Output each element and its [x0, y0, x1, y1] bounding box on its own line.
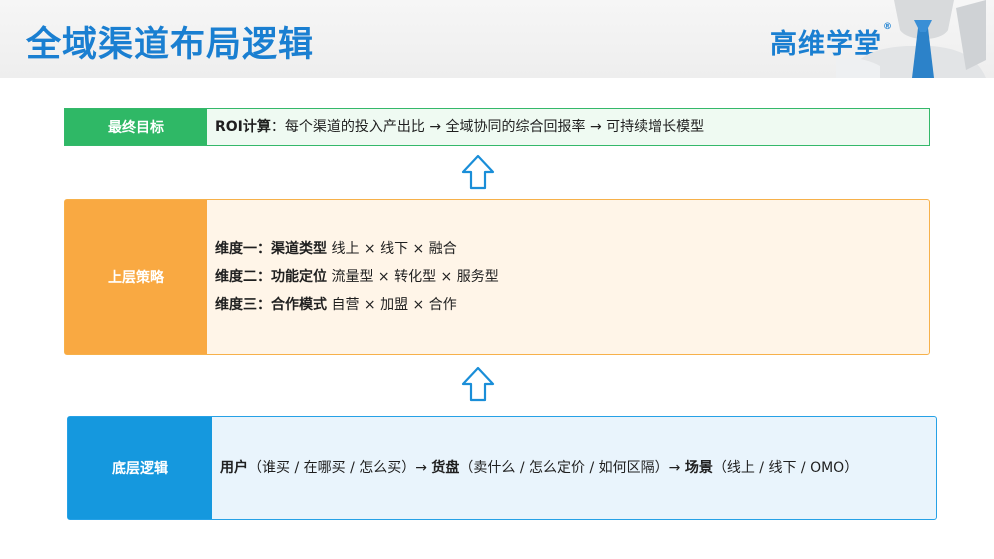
roi-desc: ：每个渠道的投入产出比 → 全域协同的综合回报率 → 可持续增长模型: [270, 119, 705, 135]
dimension-one-lead: 维度一：渠道类型: [215, 241, 327, 257]
final-goal-row: 最终目标 ROI计算：每个渠道的投入产出比 → 全域协同的综合回报率 → 可持续…: [64, 108, 930, 146]
dimension-one: 维度一：渠道类型 线上 × 线下 × 融合: [215, 235, 929, 263]
base-logic-label: 底层逻辑: [68, 417, 212, 519]
goods-lead: 货盘: [431, 460, 460, 476]
roi-lead: ROI计算: [215, 119, 271, 135]
up-arrow-icon: [461, 154, 495, 190]
final-goal-label: 最终目标: [65, 109, 207, 145]
base-logic-content: 用户（谁买 / 在哪买 / 怎么买）→ 货盘（卖什么 / 怎么定价 / 如何区隔…: [212, 417, 936, 519]
dimension-three-text: 自营 × 加盟 × 合作: [327, 297, 457, 313]
goods-desc: （卖什么 / 怎么定价 / 如何区隔）→: [459, 460, 685, 476]
header-bar: 全域渠道布局逻辑 高维学堂®: [0, 0, 994, 78]
mascot-figure: [836, 0, 986, 78]
final-goal-text: ROI计算：每个渠道的投入产出比 → 全域协同的综合回报率 → 可持续增长模型: [215, 113, 929, 141]
upper-strategy-label: 上层策略: [65, 200, 207, 354]
user-desc: （谁买 / 在哪买 / 怎么买）→: [248, 460, 432, 476]
dimension-three-lead: 维度三：合作模式: [215, 297, 327, 313]
final-goal-content: ROI计算：每个渠道的投入产出比 → 全域协同的综合回报率 → 可持续增长模型: [207, 109, 929, 145]
scene-lead: 场景: [684, 460, 713, 476]
base-logic-row: 底层逻辑 用户（谁买 / 在哪买 / 怎么买）→ 货盘（卖什么 / 怎么定价 /…: [67, 416, 937, 520]
up-arrow-icon: [461, 366, 495, 402]
page-title: 全域渠道布局逻辑: [26, 25, 315, 65]
dimension-two-text: 流量型 × 转化型 × 服务型: [327, 269, 499, 285]
dimension-three: 维度三：合作模式 自营 × 加盟 × 合作: [215, 291, 929, 319]
upper-strategy-row: 上层策略 维度一：渠道类型 线上 × 线下 × 融合 维度二：功能定位 流量型 …: [64, 199, 930, 355]
upper-strategy-content: 维度一：渠道类型 线上 × 线下 × 融合 维度二：功能定位 流量型 × 转化型…: [207, 200, 929, 354]
scene-desc: （线上 / 线下 / OMO）: [712, 460, 859, 476]
user-lead: 用户: [220, 460, 248, 476]
base-logic-text: 用户（谁买 / 在哪买 / 怎么买）→ 货盘（卖什么 / 怎么定价 / 如何区隔…: [220, 454, 936, 482]
dimension-two: 维度二：功能定位 流量型 × 转化型 × 服务型: [215, 263, 929, 291]
dimension-two-lead: 维度二：功能定位: [215, 269, 327, 285]
dimension-one-text: 线上 × 线下 × 融合: [327, 241, 457, 257]
